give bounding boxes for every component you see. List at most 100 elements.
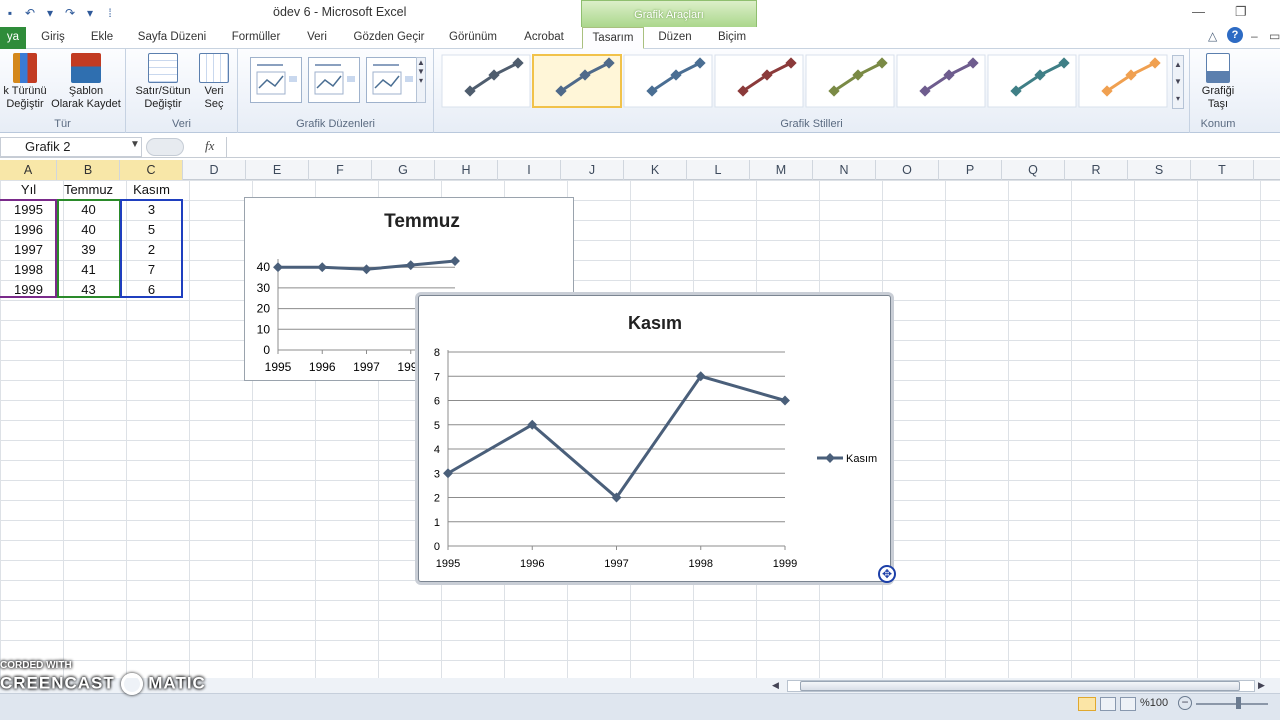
normal-view-icon[interactable] — [1078, 697, 1096, 711]
tab-tasarım[interactable]: Tasarım — [582, 27, 644, 49]
move-chart-button[interactable]: Grafiği Taşı — [1194, 53, 1242, 111]
formula-input[interactable] — [226, 137, 1280, 157]
legend[interactable]: Kasım — [817, 453, 877, 465]
data-point[interactable] — [780, 395, 790, 406]
series-line[interactable] — [447, 374, 786, 500]
x-tick-label: 1996 — [520, 558, 544, 570]
x-tick-label: 1995 — [436, 558, 460, 570]
tab-gözden-geçir[interactable]: Gözden Geçir — [352, 27, 426, 49]
chart-layout-3[interactable] — [366, 57, 418, 103]
y-tick-label: 1 — [434, 517, 440, 529]
column-header-e[interactable]: E — [246, 160, 309, 180]
column-header-b[interactable]: B — [57, 160, 120, 180]
chart-style-3[interactable] — [623, 54, 713, 108]
tab-acrobat[interactable]: Acrobat — [521, 27, 567, 49]
switch-row-column-icon — [148, 53, 178, 83]
column-header-p[interactable]: P — [939, 160, 1002, 180]
tab-düzen[interactable]: Düzen — [655, 27, 695, 49]
template-icon — [71, 53, 101, 83]
tab-biçim[interactable]: Biçim — [715, 27, 749, 49]
switch-row-column-button[interactable]: Satır/Sütun Değiştir — [132, 53, 194, 111]
column-header-h[interactable]: H — [435, 160, 498, 180]
tab-giriş[interactable]: Giriş — [38, 27, 68, 49]
restore-icon[interactable]: ❐ — [1235, 4, 1247, 20]
column-header-j[interactable]: J — [561, 160, 624, 180]
data-point[interactable] — [317, 262, 328, 273]
data-point[interactable] — [405, 260, 416, 271]
customize-toolbar-icon[interactable]: ⁞ — [102, 5, 118, 21]
column-header-l[interactable]: L — [687, 160, 750, 180]
zoom-level[interactable]: %100 — [1140, 697, 1168, 709]
header-cell[interactable]: Yıl — [0, 180, 57, 200]
column-header-g[interactable]: G — [372, 160, 435, 180]
column-header-o[interactable]: O — [876, 160, 939, 180]
name-box-dropdown-icon[interactable]: ▼ — [130, 139, 140, 150]
header-cell[interactable]: Kasım — [120, 180, 183, 200]
fx-icon[interactable]: fx — [205, 138, 214, 154]
ribbon-collapse-icon[interactable]: △ — [1208, 29, 1217, 43]
redo-icon[interactable]: ↷ — [62, 5, 78, 21]
zoom-slider[interactable] — [1196, 703, 1268, 705]
column-header-d[interactable]: D — [183, 160, 246, 180]
tab-sayfa-düzeni[interactable]: Sayfa Düzeni — [137, 27, 207, 49]
chart-style-7[interactable] — [987, 54, 1077, 108]
save-icon[interactable]: ▪ — [2, 5, 18, 21]
chart-title[interactable]: Kasım — [628, 313, 682, 333]
select-data-button[interactable]: Veri Seç — [196, 53, 232, 111]
chart-title[interactable]: Temmuz — [384, 211, 460, 232]
help-icon[interactable]: ? — [1227, 27, 1243, 43]
tab-veri[interactable]: Veri — [304, 27, 330, 49]
doc-restore-icon[interactable]: ▭ — [1269, 29, 1280, 43]
page-layout-view-icon[interactable] — [1100, 697, 1116, 711]
column-header-m[interactable]: M — [750, 160, 813, 180]
chart-kasim[interactable]: Kasım 0 1 2 3 4 5 6 7 8 1995 1996 1997 1998 1999 Kasım — [418, 295, 891, 582]
chart-style-8[interactable] — [1078, 54, 1168, 108]
column-header-s[interactable]: S — [1128, 160, 1191, 180]
styles-more-icon[interactable]: ▲ ▼ ▾ — [1172, 55, 1184, 109]
chart-layout-2[interactable] — [308, 57, 360, 103]
chart-layout-1[interactable] — [250, 57, 302, 103]
scroll-right-icon[interactable]: ▶ — [1258, 680, 1265, 691]
column-header-t[interactable]: T — [1191, 160, 1254, 180]
chart-style-2[interactable] — [532, 54, 622, 108]
save-as-template-button[interactable]: Şablon Olarak Kaydet — [50, 53, 122, 111]
x-tick-label: 1997 — [353, 360, 380, 374]
horizontal-scroll-thumb[interactable] — [800, 681, 1240, 691]
chart-style-4[interactable] — [714, 54, 804, 108]
column-header-c[interactable]: C — [120, 160, 183, 180]
zoom-slider-thumb[interactable] — [1236, 697, 1241, 709]
chart-style-6[interactable] — [896, 54, 986, 108]
data-point[interactable] — [361, 264, 372, 275]
column-header-n[interactable]: N — [813, 160, 876, 180]
change-chart-type-button[interactable]: k Türünü Değiştir — [0, 53, 50, 111]
y-tick-label: 10 — [257, 322, 271, 336]
undo-dropdown-icon[interactable]: ▾ — [42, 5, 58, 21]
group-konum: Grafiği Taşı Konum — [1190, 49, 1246, 133]
column-header-a[interactable]: A — [0, 160, 57, 180]
tab-ekle[interactable]: Ekle — [89, 27, 115, 49]
column-header-i[interactable]: I — [498, 160, 561, 180]
tab-görünüm[interactable]: Görünüm — [447, 27, 499, 49]
tab-ya[interactable]: ya — [0, 27, 26, 49]
layouts-more-icon[interactable]: ▲ ▼ ▾ — [416, 57, 426, 103]
header-cell[interactable]: Temmuz — [57, 180, 120, 200]
name-box[interactable]: Grafik 2 — [0, 137, 142, 157]
page-break-view-icon[interactable] — [1120, 697, 1136, 711]
zoom-out-icon[interactable]: − — [1178, 696, 1192, 710]
chart-style-1[interactable] — [441, 54, 531, 108]
column-header-r[interactable]: R — [1065, 160, 1128, 180]
data-point[interactable] — [273, 262, 283, 273]
doc-minimize-icon[interactable]: – — [1251, 29, 1258, 43]
tab-formüller[interactable]: Formüller — [228, 27, 284, 49]
scroll-left-icon[interactable]: ◀ — [772, 680, 779, 691]
minimize-icon[interactable]: — — [1192, 4, 1205, 19]
undo-icon[interactable]: ↶ — [22, 5, 38, 21]
column-header-f[interactable]: F — [309, 160, 372, 180]
y-tick-label: 7 — [434, 371, 440, 383]
data-point[interactable] — [450, 256, 460, 266]
y-tick-label: 4 — [434, 444, 440, 456]
column-header-q[interactable]: Q — [1002, 160, 1065, 180]
column-header-k[interactable]: K — [624, 160, 687, 180]
redo-dropdown-icon[interactable]: ▾ — [82, 5, 98, 21]
chart-style-5[interactable] — [805, 54, 895, 108]
